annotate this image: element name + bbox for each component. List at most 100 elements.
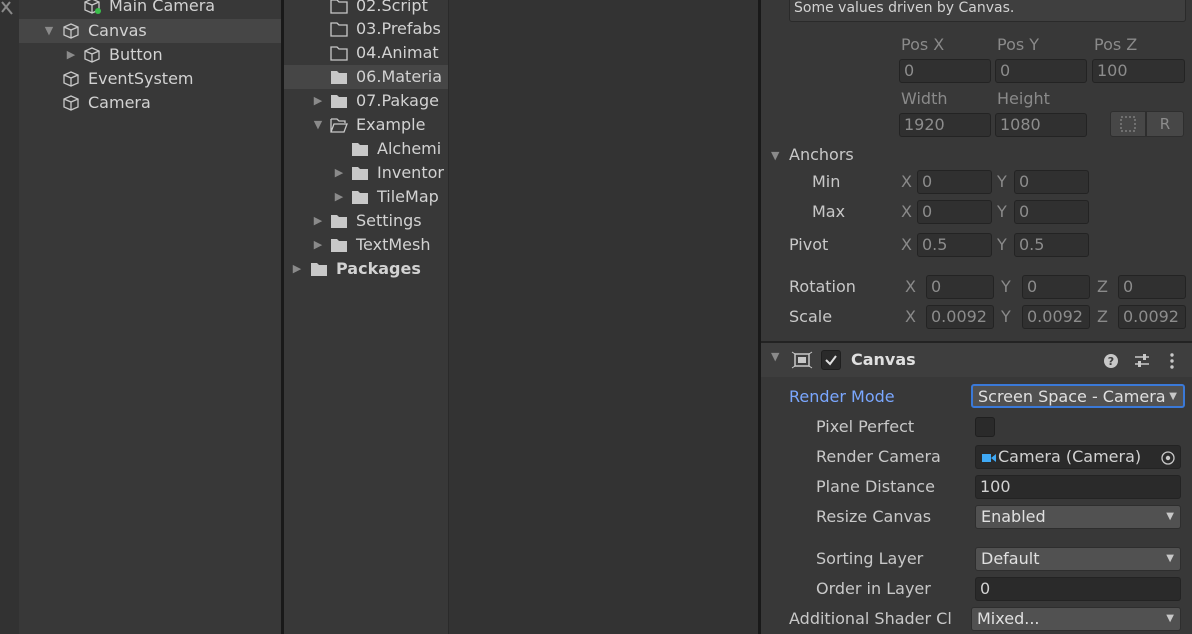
component-enabled-checkbox[interactable] xyxy=(821,350,841,370)
collapse-arrow-icon[interactable]: ▶ xyxy=(65,43,77,67)
project-item-06-material[interactable]: 06.Materia xyxy=(284,65,448,89)
shader-channels-dropdown[interactable]: Mixed... ▼ xyxy=(971,607,1181,631)
rotation-x-field[interactable]: 0 xyxy=(926,275,994,299)
hierarchy-item-eventsystem[interactable]: EventSystem xyxy=(19,67,281,91)
presets-icon[interactable] xyxy=(1133,352,1151,370)
rotation-y-field[interactable]: 0 xyxy=(1022,275,1090,299)
project-item-label: 04.Animat xyxy=(356,43,439,62)
canvas-component-header[interactable]: ▼ Canvas ? xyxy=(761,343,1192,377)
project-item-07-pakage[interactable]: ▶ 07.Pakage xyxy=(284,89,448,113)
project-item-inventory[interactable]: ▶ Inventor xyxy=(284,161,448,185)
visibility-icon[interactable] xyxy=(0,0,18,18)
collapse-arrow-icon[interactable]: ▶ xyxy=(312,209,324,233)
render-camera-field[interactable]: Camera (Camera) xyxy=(975,445,1181,469)
anchors-label[interactable]: Anchors xyxy=(789,143,854,167)
hierarchy-item-canvas[interactable]: ▼ Canvas xyxy=(19,19,281,43)
pivot-x-field[interactable]: 0.5 xyxy=(917,233,992,257)
scale-x-field[interactable]: 0.0092 xyxy=(926,305,994,329)
shader-channels-value: Mixed... xyxy=(977,609,1040,628)
anchor-min-x-field[interactable]: 0 xyxy=(917,170,992,194)
scale-y-field[interactable]: 0.0092 xyxy=(1022,305,1090,329)
order-in-layer-label: Order in Layer xyxy=(816,579,931,598)
anchor-min-y-field[interactable]: 0 xyxy=(1014,170,1089,194)
hierarchy-panel: Main Camera ▼ Canvas ▶ Button EventSyste… xyxy=(0,0,281,634)
sorting-layer-value: Default xyxy=(981,549,1040,568)
pivot-label: Pivot xyxy=(789,235,829,254)
object-picker-icon[interactable] xyxy=(1160,450,1176,466)
pos-y-field[interactable]: 0 xyxy=(995,59,1087,83)
canvas-component-icon xyxy=(791,351,813,369)
collapse-arrow-icon[interactable]: ▶ xyxy=(333,161,345,185)
plane-distance-field[interactable]: 100 xyxy=(975,475,1181,499)
anchors-foldout-arrow-icon[interactable]: ▼ xyxy=(771,146,779,166)
project-item-alchemi[interactable]: Alchemi xyxy=(284,137,448,161)
render-mode-dropdown[interactable]: Screen Space - Camera ▼ xyxy=(971,384,1185,408)
collapse-arrow-icon[interactable]: ▶ xyxy=(312,89,324,113)
x-axis-label: X xyxy=(901,172,912,191)
project-item-textmesh[interactable]: ▶ TextMesh xyxy=(284,233,448,257)
hierarchy-item-button[interactable]: ▶ Button xyxy=(19,43,281,67)
hierarchy-item-label: Main Camera xyxy=(109,0,216,15)
blueprint-mode-button[interactable] xyxy=(1110,111,1146,137)
folder-icon xyxy=(352,167,368,180)
collapse-arrow-icon[interactable]: ▶ xyxy=(312,233,324,257)
dropdown-caret-icon: ▼ xyxy=(1166,511,1174,522)
resize-canvas-dropdown[interactable]: Enabled ▼ xyxy=(975,505,1181,529)
project-tree-panel: 02.Script 03.Prefabs 04.Animat 06.Materi… xyxy=(284,0,448,634)
hierarchy-gutter xyxy=(0,0,19,634)
expand-arrow-icon[interactable]: ▼ xyxy=(43,19,55,43)
rotation-z-field[interactable]: 0 xyxy=(1118,275,1186,299)
project-assets-area[interactable] xyxy=(449,0,758,634)
project-item-03-prefabs[interactable]: 03.Prefabs xyxy=(284,17,448,41)
checkmark-icon xyxy=(825,355,837,366)
width-field[interactable]: 1920 xyxy=(899,113,991,137)
folder-outline-icon xyxy=(330,0,348,14)
project-item-packages[interactable]: ▶ Packages xyxy=(284,257,448,281)
y-axis-label: Y xyxy=(1001,307,1011,326)
svg-text:?: ? xyxy=(1108,355,1114,368)
pixel-perfect-checkbox[interactable] xyxy=(975,417,995,437)
project-item-label: 03.Prefabs xyxy=(356,19,441,38)
hierarchy-item-camera[interactable]: Camera xyxy=(19,91,281,115)
project-item-tilemap[interactable]: ▶ TileMap xyxy=(284,185,448,209)
component-foldout-arrow-icon[interactable]: ▼ xyxy=(771,350,779,363)
height-field[interactable]: 1080 xyxy=(995,113,1087,137)
project-item-settings[interactable]: ▶ Settings xyxy=(284,209,448,233)
hierarchy-item-main-camera[interactable]: Main Camera xyxy=(19,0,281,18)
folder-outline-icon xyxy=(330,46,348,61)
y-axis-label: Y xyxy=(1001,277,1011,296)
anchor-max-y-field[interactable]: 0 xyxy=(1014,200,1089,224)
inspector-panel: Some values driven by Canvas. Pos X Pos … xyxy=(761,0,1192,634)
project-item-label: 07.Pakage xyxy=(356,91,439,110)
x-axis-label: X xyxy=(901,235,912,254)
collapse-arrow-icon[interactable]: ▶ xyxy=(291,257,303,281)
scale-z-field[interactable]: 0.0092 xyxy=(1118,305,1186,329)
order-in-layer-field[interactable]: 0 xyxy=(975,577,1181,601)
pos-z-field[interactable]: 100 xyxy=(1092,59,1185,83)
anchor-max-x-field[interactable]: 0 xyxy=(917,200,992,224)
pivot-y-field[interactable]: 0.5 xyxy=(1014,233,1089,257)
x-axis-label: X xyxy=(905,277,916,296)
help-icon[interactable]: ? xyxy=(1103,353,1119,369)
dropdown-caret-icon: ▼ xyxy=(1166,613,1174,624)
pos-z-label: Pos Z xyxy=(1094,35,1138,54)
render-camera-value: Camera (Camera) xyxy=(998,447,1142,466)
render-mode-value: Screen Space - Camera xyxy=(978,387,1166,406)
folder-icon xyxy=(311,263,327,276)
more-options-icon[interactable] xyxy=(1165,352,1179,370)
pos-x-field[interactable]: 0 xyxy=(899,59,991,83)
collapse-arrow-icon[interactable]: ▶ xyxy=(333,185,345,209)
project-item-04-animation[interactable]: 04.Animat xyxy=(284,41,448,65)
expand-arrow-icon[interactable]: ▼ xyxy=(312,113,324,137)
height-label: Height xyxy=(997,89,1050,108)
project-item-label: 02.Script xyxy=(356,0,428,15)
sorting-layer-dropdown[interactable]: Default ▼ xyxy=(975,547,1181,571)
project-item-02-script[interactable]: 02.Script xyxy=(284,0,448,18)
project-item-label: Example xyxy=(356,115,426,134)
folder-open-icon xyxy=(330,118,348,133)
gameobject-cube-icon xyxy=(84,47,100,63)
project-item-example[interactable]: ▼ Example xyxy=(284,113,448,137)
folder-icon xyxy=(331,239,347,252)
raw-edit-button[interactable]: R xyxy=(1146,111,1184,137)
hierarchy-item-label: EventSystem xyxy=(88,69,194,88)
